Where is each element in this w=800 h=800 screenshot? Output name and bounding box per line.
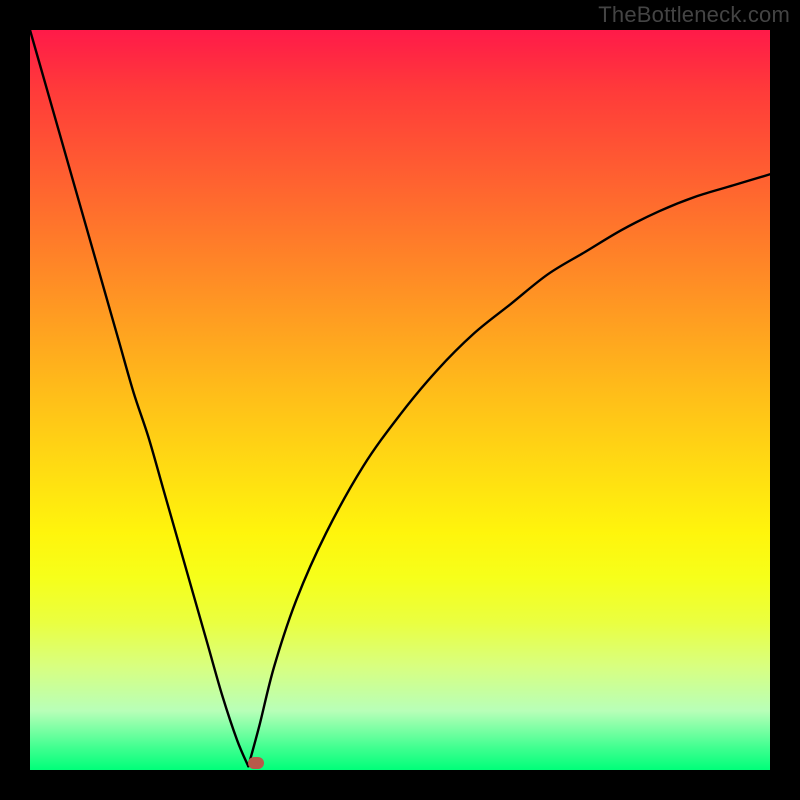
- bottleneck-marker: [248, 757, 264, 769]
- plot-gradient-background: [30, 30, 770, 770]
- attribution-text: TheBottleneck.com: [598, 2, 790, 28]
- chart-frame: TheBottleneck.com: [0, 0, 800, 800]
